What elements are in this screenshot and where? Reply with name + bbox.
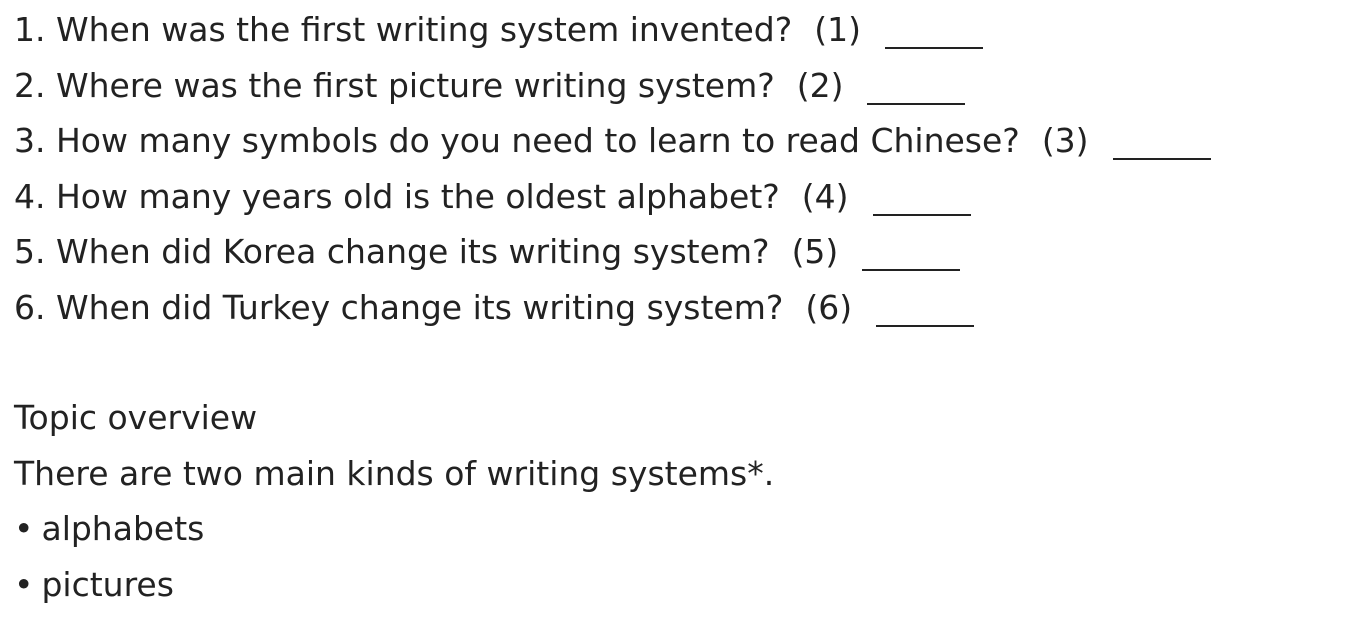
question-5: 5. When did Korea change its writing sys… — [14, 222, 1344, 278]
question-4: 4. How many years old is the oldest alph… — [14, 167, 1344, 223]
question-text: 4. How many years old is the oldest alph… — [14, 176, 780, 216]
answer-blank-5 — [862, 237, 961, 271]
question-1: 1. When was the first writing system inv… — [14, 0, 1344, 56]
answer-blank-6 — [876, 293, 975, 327]
question-3: 3. How many symbols do you need to learn… — [14, 111, 1344, 167]
bullet-icon: • — [14, 509, 34, 548]
overview-heading: Topic overview — [14, 398, 258, 437]
question-number: (3) — [1041, 121, 1089, 160]
question-2: 2. Where was the first picture writing s… — [14, 56, 1344, 112]
question-text: 5. When did Korea change its writing sys… — [14, 232, 770, 271]
question-text: 6. When did Turkey change its writing sy… — [14, 287, 784, 327]
bullet-item: • pictures — [14, 555, 1344, 611]
question-text: 1. When was the first writing system inv… — [14, 10, 793, 49]
bullet-item: • alphabets — [14, 499, 1344, 555]
answer-blank-2 — [867, 71, 966, 105]
answer-blank-1 — [885, 15, 984, 49]
worksheet: 1. When was the first writing system inv… — [14, 0, 1344, 610]
bullet-item-label: alphabets — [41, 509, 205, 548]
question-text: 3. How many symbols do you need to learn… — [14, 121, 1020, 160]
question-number: (1) — [814, 10, 862, 49]
question-number: (2) — [796, 65, 844, 105]
question-list: 1. When was the first writing system inv… — [14, 0, 1344, 333]
question-6: 6. When did Turkey change its writing sy… — [14, 278, 1344, 334]
overview-intro: There are two main kinds of writing syst… — [14, 453, 775, 493]
bullet-icon: • — [14, 564, 34, 604]
bullet-item-label: pictures — [41, 564, 174, 604]
question-number: (5) — [791, 232, 839, 271]
answer-blank-4 — [872, 182, 971, 216]
question-number: (4) — [801, 176, 849, 216]
question-text: 2. Where was the first picture writing s… — [14, 65, 775, 105]
topic-overview: Topic overview There are two main kinds … — [14, 388, 1344, 610]
answer-blank-3 — [1112, 126, 1211, 160]
question-number: (6) — [805, 287, 853, 327]
